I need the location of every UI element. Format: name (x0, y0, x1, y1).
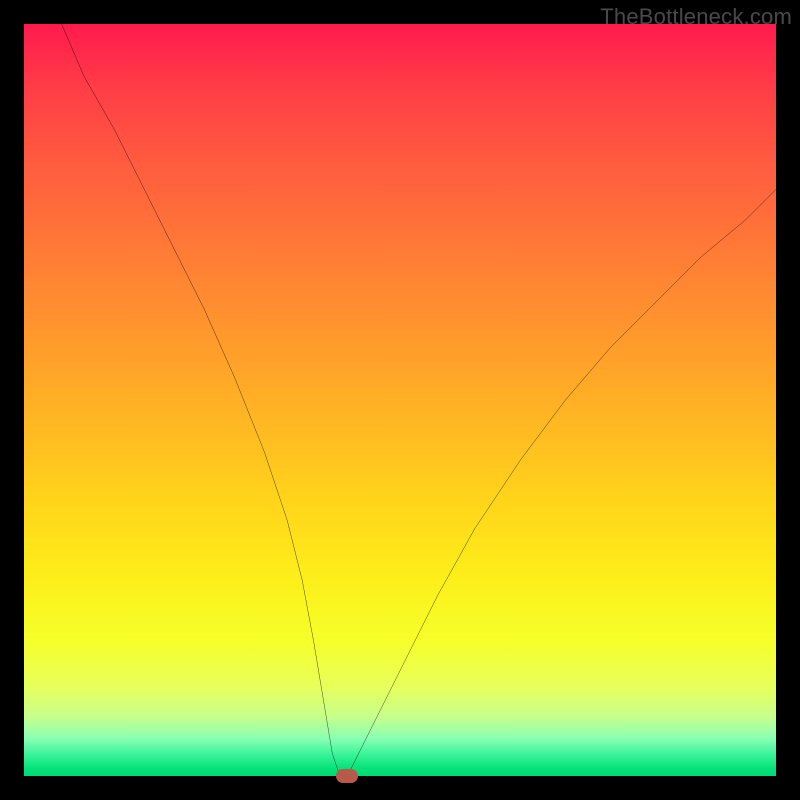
plot-area (24, 24, 776, 776)
chart-frame: TheBottleneck.com (0, 0, 800, 800)
minimum-marker (336, 769, 358, 783)
bottleneck-curve (24, 24, 776, 776)
watermark-text: TheBottleneck.com (600, 4, 792, 30)
